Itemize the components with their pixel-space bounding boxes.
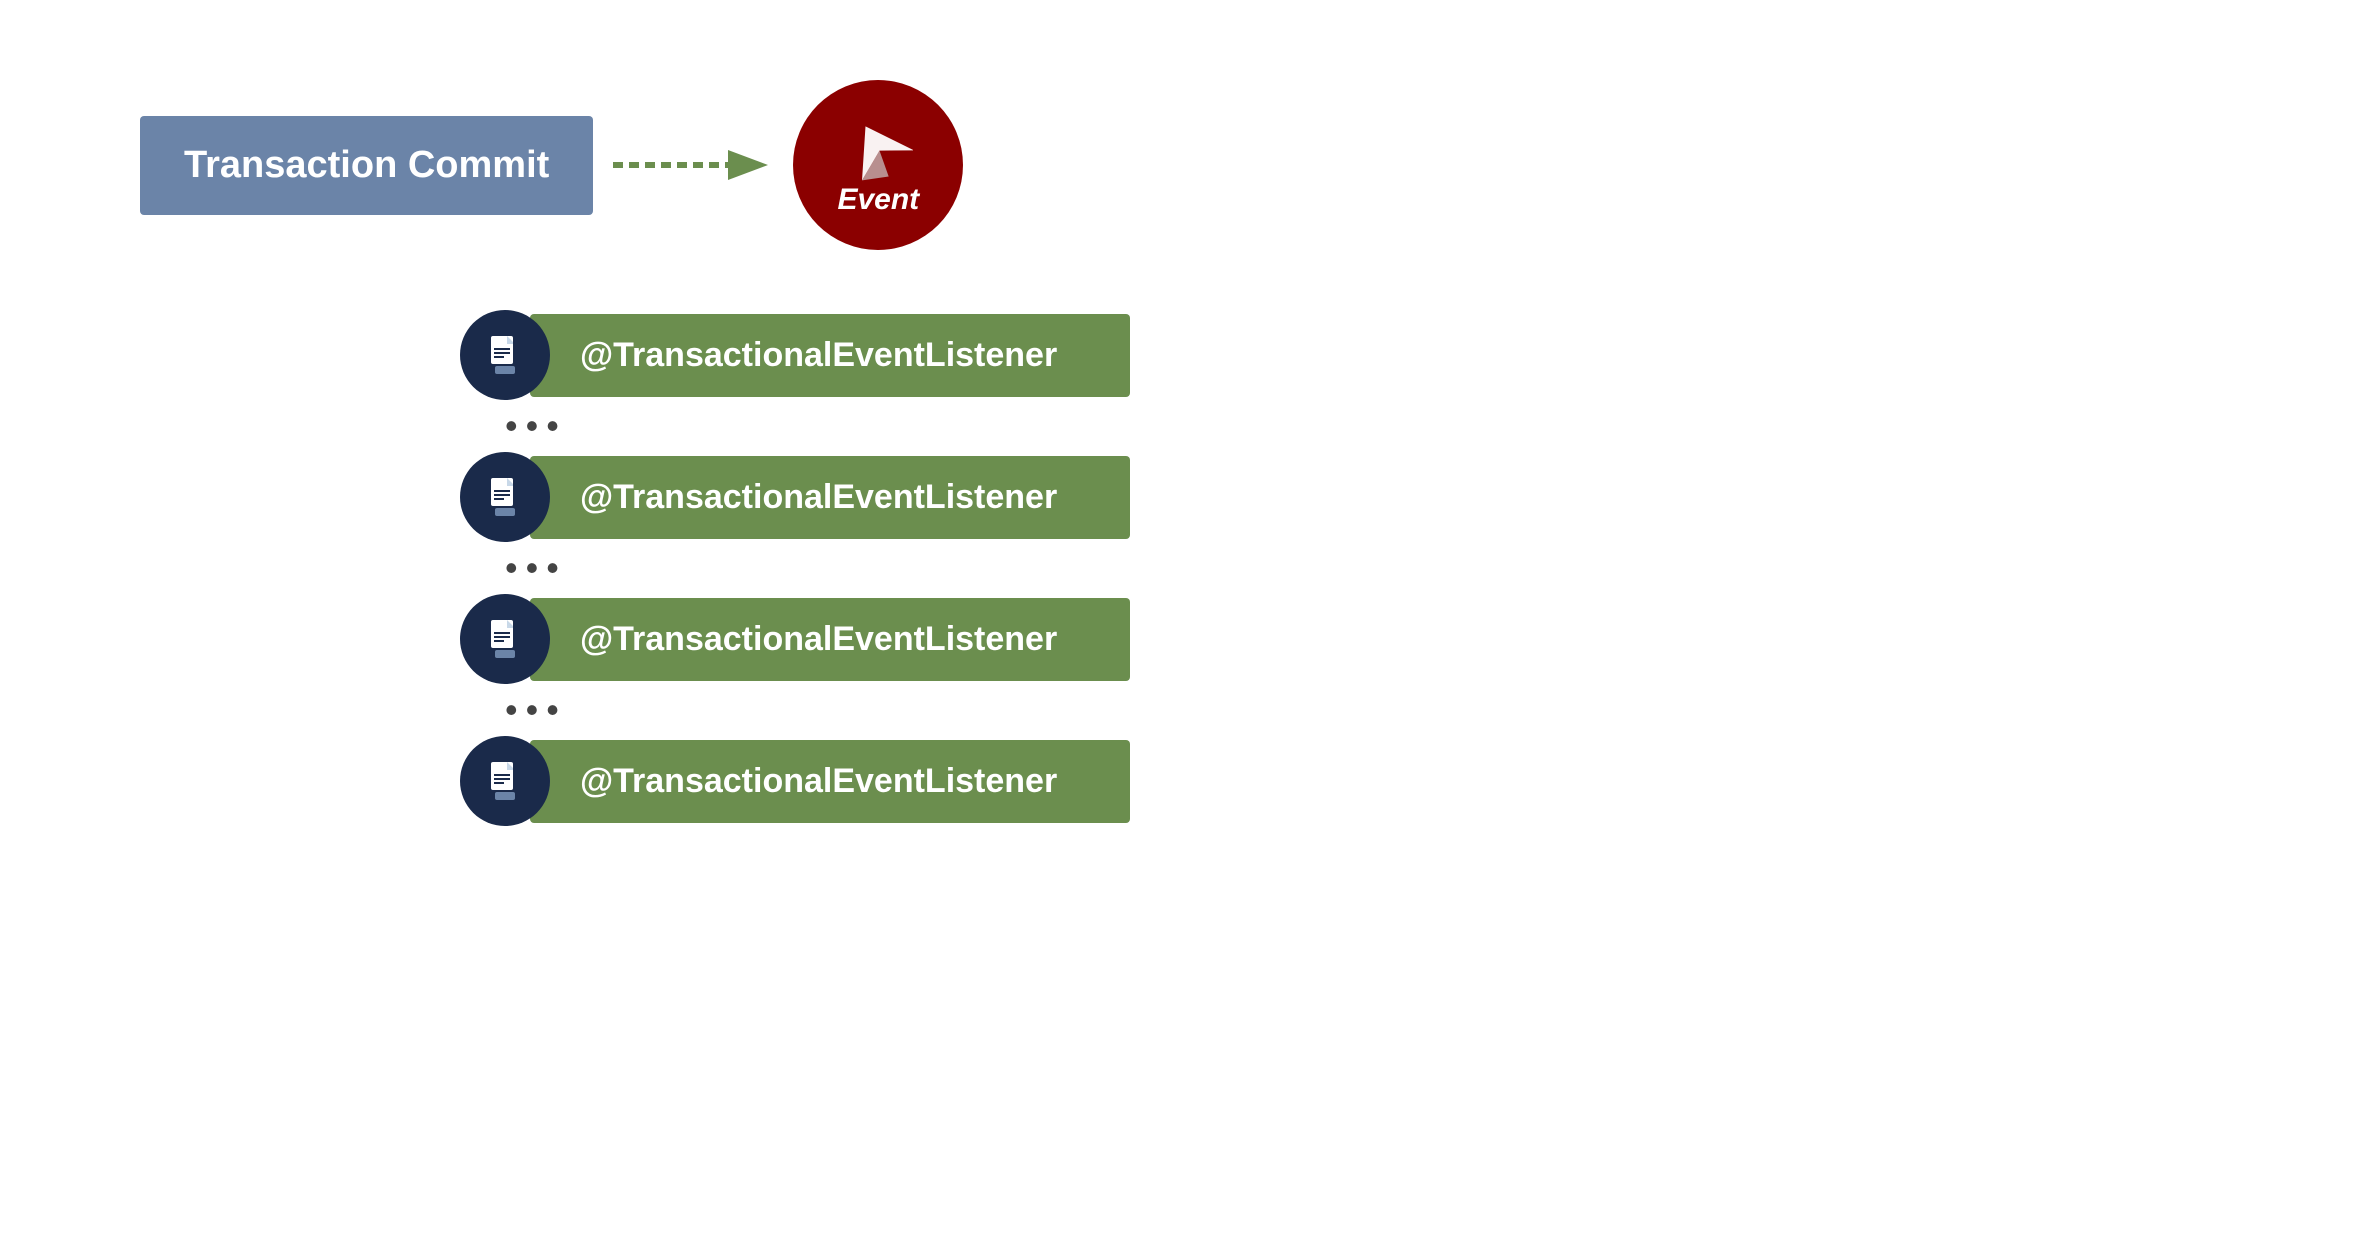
dots-3: •••	[505, 694, 567, 726]
listener-bar-1: @TransactionalEventListener	[530, 314, 1130, 397]
event-circle: Event	[793, 80, 963, 250]
listener-bar-2: @TransactionalEventListener	[530, 456, 1130, 539]
listener-icon-4	[460, 736, 550, 826]
document-icon-3	[482, 616, 528, 662]
listener-icon-1	[460, 310, 550, 400]
document-icon-4	[482, 758, 528, 804]
listener-bar-3: @TransactionalEventListener	[530, 598, 1130, 681]
dots-2: •••	[505, 552, 567, 584]
top-row: Transaction Commit Event	[140, 80, 963, 250]
listener-row-3: @TransactionalEventListener	[460, 594, 1130, 684]
paper-plane-icon	[843, 113, 913, 183]
event-label: Event	[837, 183, 919, 217]
listener-icon-2	[460, 452, 550, 542]
listener-row-1: @TransactionalEventListener	[460, 310, 1130, 400]
listener-row-4: @TransactionalEventListener	[460, 736, 1130, 826]
document-icon-1	[482, 332, 528, 378]
dots-1: •••	[505, 410, 567, 442]
listener-bar-4: @TransactionalEventListener	[530, 740, 1130, 823]
listener-row-2: @TransactionalEventListener	[460, 452, 1130, 542]
diagram-container: Transaction Commit Event	[140, 80, 1130, 826]
listener-icon-3	[460, 594, 550, 684]
arrow-icon	[613, 135, 773, 195]
listeners-container: @TransactionalEventListener ••• @Transac…	[460, 310, 1130, 826]
document-icon-2	[482, 474, 528, 520]
arrow-container	[613, 135, 773, 195]
transaction-commit-box: Transaction Commit	[140, 116, 593, 215]
